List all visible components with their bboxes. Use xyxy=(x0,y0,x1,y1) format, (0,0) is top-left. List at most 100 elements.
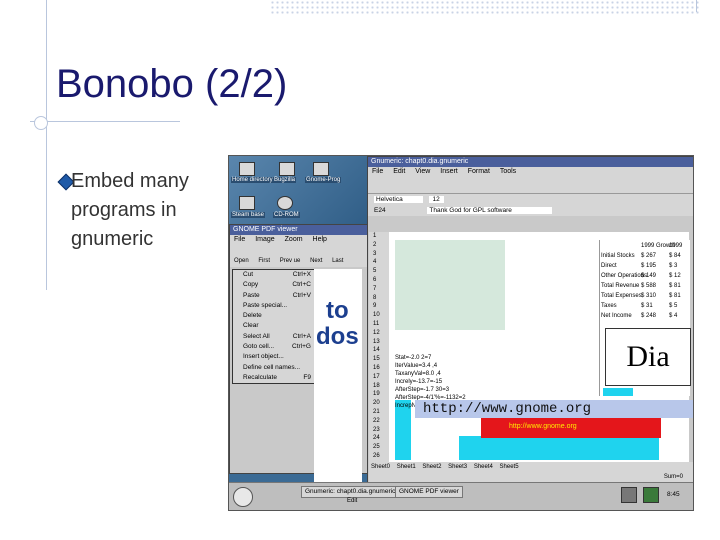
sheet-tab[interactable]: Sheet2 xyxy=(422,464,441,470)
context-menu-item[interactable]: Copy Ctrl+C xyxy=(233,280,315,290)
row-number[interactable]: 25 xyxy=(373,443,380,451)
context-menu-item[interactable]: Delete xyxy=(233,311,315,321)
monitor-icon[interactable] xyxy=(239,196,255,210)
row-number[interactable]: 10 xyxy=(373,311,380,319)
context-menu-item[interactable]: Clear xyxy=(233,321,315,331)
context-menu-item[interactable]: Select All Ctrl+A xyxy=(233,332,315,342)
formula-input[interactable]: Thank God for GPL software xyxy=(427,207,552,214)
sheet-tab[interactable]: Sheet1 xyxy=(397,464,416,470)
row-number[interactable]: 6 xyxy=(373,276,376,284)
row-number[interactable]: 8 xyxy=(373,294,376,302)
menu-zoom[interactable]: Zoom xyxy=(285,236,303,243)
finance-cell[interactable]: $ 84 xyxy=(669,252,681,260)
rule-ring-decoration xyxy=(34,116,48,130)
finance-cell[interactable]: Net Income xyxy=(601,312,632,320)
printer-icon[interactable] xyxy=(621,487,637,503)
cdrom-icon[interactable] xyxy=(277,196,293,210)
finance-cell[interactable]: $ 31 xyxy=(641,302,653,310)
first-button[interactable]: First xyxy=(258,258,270,264)
monitor-icon[interactable] xyxy=(643,487,659,503)
context-menu-item[interactable]: Recalculate F9 xyxy=(233,373,315,383)
context-menu-item[interactable]: Paste Ctrl+V xyxy=(233,291,315,301)
menu-tools[interactable]: Tools xyxy=(500,168,516,175)
cell-reference[interactable]: E24 xyxy=(374,207,386,214)
finance-cell[interactable]: $ 12 xyxy=(669,272,681,280)
row-number[interactable]: 23 xyxy=(373,426,380,434)
home-folder-icon[interactable] xyxy=(239,162,255,176)
row-number[interactable]: 1 xyxy=(373,232,376,240)
row-number[interactable]: 2 xyxy=(373,241,376,249)
row-number[interactable]: 26 xyxy=(373,452,380,460)
context-menu-item[interactable]: Paste special... xyxy=(233,301,315,311)
gnumeric-titlebar[interactable]: Gnumeric: chapt0.dia.gnumeric xyxy=(368,157,693,167)
bug-icon[interactable] xyxy=(279,162,295,176)
finance-cell[interactable]: $ 81 xyxy=(669,282,681,290)
finance-cell[interactable]: Total Expenses xyxy=(601,292,642,300)
task-pdf-viewer[interactable]: GNOME PDF viewer xyxy=(395,486,463,498)
sheet-tab[interactable]: Sheet3 xyxy=(448,464,467,470)
row-number[interactable]: 15 xyxy=(373,355,380,363)
menu-help[interactable]: Help xyxy=(313,236,327,243)
program-icon[interactable] xyxy=(313,162,329,176)
finance-cell[interactable]: Initial Stocks xyxy=(601,252,635,260)
next-button[interactable]: Next xyxy=(310,258,322,264)
row-number[interactable]: 14 xyxy=(373,346,380,354)
sheet-tab[interactable]: Sheet4 xyxy=(474,464,493,470)
finance-cell[interactable]: $ 588 xyxy=(641,282,656,290)
finance-cell[interactable]: $ 5 xyxy=(669,302,677,310)
finance-cell[interactable]: Taxes xyxy=(601,302,617,310)
row-number[interactable]: 16 xyxy=(373,364,380,372)
row-number[interactable]: 20 xyxy=(373,399,380,407)
font-select[interactable]: Helvetica xyxy=(374,196,423,203)
finance-cell[interactable]: $ 310 xyxy=(641,292,656,300)
font-size-select[interactable]: 12 xyxy=(428,196,444,203)
row-number[interactable]: 21 xyxy=(373,408,380,416)
finance-cell[interactable]: $ 149 xyxy=(641,272,656,280)
row-number[interactable]: 9 xyxy=(373,302,376,310)
menu-view[interactable]: View xyxy=(415,168,430,175)
menu-file[interactable]: File xyxy=(372,168,383,175)
row-number[interactable]: 18 xyxy=(373,382,380,390)
pdf-viewer-titlebar[interactable]: GNOME PDF viewer xyxy=(230,225,368,235)
sheet-tab[interactable]: Sheet0 xyxy=(371,464,390,470)
row-number[interactable]: 5 xyxy=(373,267,376,275)
menu-format[interactable]: Format xyxy=(468,168,490,175)
previous-button[interactable]: Prev ue xyxy=(280,258,301,264)
finance-cell[interactable]: 1999 xyxy=(669,242,682,250)
sheet-tabs: Sheet0 Sheet1 Sheet2 Sheet3 Sheet4 Sheet… xyxy=(369,462,693,472)
row-number[interactable]: 22 xyxy=(373,417,380,425)
menu-file[interactable]: File xyxy=(234,236,245,243)
sheet-tab[interactable]: Sheet5 xyxy=(500,464,519,470)
last-button[interactable]: Last xyxy=(332,258,343,264)
row-number[interactable]: 4 xyxy=(373,258,376,266)
pdf-big-text: dos xyxy=(316,323,359,350)
row-number[interactable]: 13 xyxy=(373,338,380,346)
finance-cell[interactable]: Total Revenue xyxy=(601,282,639,290)
menu-edit[interactable]: Edit xyxy=(393,168,405,175)
finance-cell[interactable]: $ 81 xyxy=(669,292,681,300)
finance-cell[interactable]: $ 195 xyxy=(641,262,656,270)
finance-cell[interactable]: Direct xyxy=(601,262,617,270)
row-number[interactable]: 3 xyxy=(373,250,376,258)
finance-cell[interactable]: $ 3 xyxy=(669,262,677,270)
gnome-foot-icon[interactable] xyxy=(233,487,253,507)
open-button[interactable]: Open xyxy=(234,258,249,264)
row-number[interactable]: 19 xyxy=(373,390,380,398)
finance-cell[interactable]: $ 4 xyxy=(669,312,677,320)
finance-cell[interactable]: $ 248 xyxy=(641,312,656,320)
task-gnumeric[interactable]: Gnumeric: chapt0.dia.gnumeric xyxy=(301,486,400,498)
pdf-viewer-menubar: File Image Zoom Help xyxy=(230,235,368,245)
row-number[interactable]: 7 xyxy=(373,285,376,293)
menu-image[interactable]: Image xyxy=(255,236,274,243)
context-menu-item[interactable]: Insert object... xyxy=(233,352,315,362)
context-menu-item[interactable]: Goto cell... Ctrl+G xyxy=(233,342,315,352)
context-menu-item[interactable]: Cut Ctrl+X xyxy=(233,270,315,280)
context-menu-item[interactable]: Define cell names... xyxy=(233,363,315,373)
menu-insert[interactable]: Insert xyxy=(440,168,458,175)
row-number[interactable]: 12 xyxy=(373,329,380,337)
url-banner: http://www.gnome.org xyxy=(415,400,693,418)
row-number[interactable]: 11 xyxy=(373,320,379,328)
row-number[interactable]: 24 xyxy=(373,434,380,442)
row-number[interactable]: 17 xyxy=(373,373,380,381)
finance-cell[interactable]: $ 267 xyxy=(641,252,656,260)
